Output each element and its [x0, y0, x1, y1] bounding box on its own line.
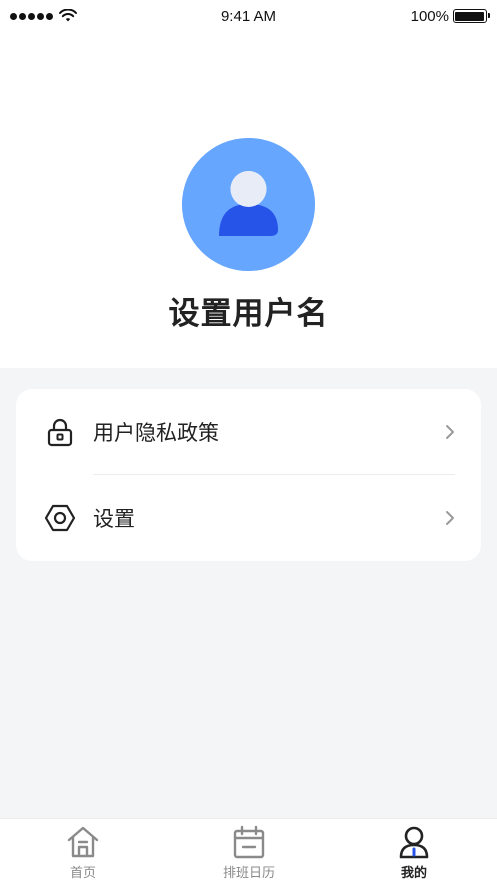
user-avatar-icon[interactable]	[182, 138, 315, 271]
profile-header: 设置用户名	[0, 32, 497, 368]
signal-group	[10, 9, 150, 23]
hexagon-settings-icon	[44, 504, 76, 532]
status-time: 9:41 AM	[220, 7, 277, 25]
wifi-icon	[59, 9, 77, 22]
menu-item-settings[interactable]: 设置	[16, 475, 481, 561]
tab-calendar[interactable]: 排班日历	[166, 819, 332, 883]
calendar-icon	[233, 825, 265, 859]
menu-label-privacy-policy: 用户隐私政策	[93, 421, 219, 445]
battery-group: 100%	[347, 7, 490, 25]
tab-home[interactable]: 首页	[0, 819, 166, 883]
tab-calendar-label: 排班日历	[222, 866, 275, 881]
chevron-right-icon	[446, 511, 454, 525]
status-bar: 9:41 AM 100%	[0, 0, 497, 32]
tab-profile-label: 我的	[400, 866, 427, 881]
battery-icon	[452, 9, 490, 23]
tab-profile[interactable]: 我的	[331, 819, 497, 883]
lock-icon	[47, 418, 73, 447]
home-icon	[67, 826, 99, 858]
menu-item-privacy-policy[interactable]: 用户隐私政策	[16, 389, 481, 475]
signal-strength-icon	[10, 12, 53, 20]
profile-icon	[399, 826, 429, 859]
battery-percent: 100%	[410, 7, 449, 25]
chevron-right-icon	[446, 425, 454, 439]
username-title[interactable]: 设置用户名	[0, 288, 497, 333]
tab-home-label: 首页	[69, 866, 96, 881]
menu-label-settings: 设置	[93, 507, 135, 531]
bottom-tab-bar: 首页 排班日历 我的	[0, 818, 497, 883]
menu-card: 用户隐私政策 设置	[16, 389, 481, 561]
